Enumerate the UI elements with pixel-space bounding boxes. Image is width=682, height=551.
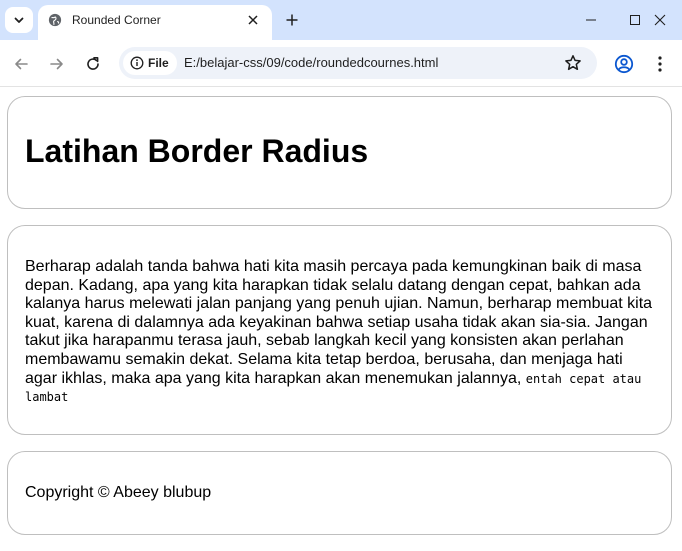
article-box: Berharap adalah tanda bahwa hati kita ma… bbox=[7, 225, 672, 435]
header-box: Latihan Border Radius bbox=[7, 96, 672, 209]
close-icon bbox=[654, 14, 666, 26]
star-icon bbox=[565, 55, 581, 71]
site-info-chip[interactable]: File bbox=[123, 51, 177, 75]
arrow-left-icon bbox=[15, 58, 28, 70]
new-tab-button[interactable] bbox=[281, 8, 303, 32]
page-viewport: Latihan Border Radius Berharap adalah ta… bbox=[0, 87, 682, 551]
chevron-down-icon bbox=[14, 17, 24, 23]
reload-icon bbox=[87, 57, 99, 70]
more-vertical-icon bbox=[658, 56, 662, 72]
bookmark-button[interactable] bbox=[563, 53, 583, 73]
url-text[interactable]: E:/belajar-css/09/code/roundedcournes.ht… bbox=[184, 55, 438, 70]
article-paragraph: Berharap adalah tanda bahwa hati kita ma… bbox=[25, 258, 653, 407]
tab-search-button[interactable] bbox=[5, 7, 33, 33]
browser-toolbar: File E:/belajar-css/09/code/roundedcourn… bbox=[0, 40, 682, 87]
arrow-right-icon bbox=[50, 58, 63, 70]
minimize-button[interactable] bbox=[569, 0, 613, 40]
globe-icon bbox=[48, 13, 62, 27]
back-button[interactable] bbox=[9, 52, 33, 76]
plus-icon bbox=[286, 14, 298, 26]
browser-menu-button[interactable] bbox=[648, 52, 672, 76]
article-text: Berharap adalah tanda bahwa hati kita ma… bbox=[25, 258, 653, 387]
page-heading: Latihan Border Radius bbox=[25, 133, 369, 169]
footer-box: Copyright © Abeey blubup bbox=[7, 451, 672, 535]
tab-title: Rounded Corner bbox=[72, 13, 161, 27]
active-tab[interactable]: Rounded Corner bbox=[38, 5, 272, 40]
profile-button[interactable] bbox=[612, 52, 636, 76]
close-tab-button[interactable] bbox=[242, 9, 264, 31]
forward-button[interactable] bbox=[45, 52, 69, 76]
account-icon bbox=[614, 54, 634, 74]
footer-copyright: Copyright © Abeey blubup bbox=[25, 484, 212, 501]
reload-button[interactable] bbox=[81, 52, 105, 76]
tab-strip: Rounded Corner bbox=[0, 0, 682, 40]
address-bar[interactable]: File E:/belajar-css/09/code/roundedcourn… bbox=[119, 47, 597, 79]
minimize-icon bbox=[586, 19, 596, 21]
site-chip-label: File bbox=[148, 56, 169, 70]
close-icon bbox=[248, 15, 258, 25]
close-window-button[interactable] bbox=[638, 0, 682, 40]
info-icon bbox=[130, 56, 144, 70]
